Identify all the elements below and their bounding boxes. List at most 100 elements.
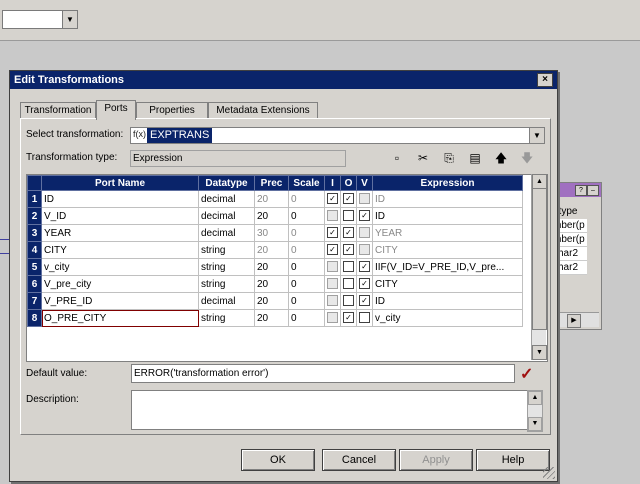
- precision-cell[interactable]: 20: [254, 190, 289, 208]
- select-transformation-dropdown[interactable]: f(x) EXPTRANS ▼: [130, 127, 545, 144]
- scale-cell[interactable]: 0: [288, 309, 325, 327]
- datatype-cell[interactable]: decimal: [198, 207, 255, 225]
- help-icon[interactable]: ?: [575, 185, 587, 196]
- scale-cell[interactable]: 0: [288, 275, 325, 293]
- cut-icon[interactable]: ✂: [414, 151, 432, 165]
- datatype-cell[interactable]: decimal: [198, 292, 255, 310]
- col-header[interactable]: Expression: [372, 175, 523, 191]
- row-number[interactable]: 2: [27, 207, 42, 225]
- chevron-down-icon[interactable]: ▼: [529, 128, 544, 143]
- precision-cell[interactable]: 20: [254, 309, 289, 327]
- datatype-cell[interactable]: string: [198, 241, 255, 259]
- expression-cell[interactable]: v_city: [372, 309, 523, 327]
- tab-properties[interactable]: Properties: [136, 102, 208, 119]
- v-checkbox[interactable]: ✓: [359, 261, 370, 273]
- close-icon[interactable]: ×: [537, 73, 553, 87]
- row-number[interactable]: 5: [27, 258, 42, 276]
- scale-cell[interactable]: 0: [288, 258, 325, 276]
- o-checkbox[interactable]: ✓: [343, 227, 354, 239]
- port-name-cell[interactable]: V_PRE_ID: [41, 292, 199, 310]
- i-checkbox-cell[interactable]: [324, 309, 341, 327]
- datatype-cell[interactable]: decimal: [198, 190, 255, 208]
- row-number[interactable]: 6: [27, 275, 42, 293]
- datatype-cell[interactable]: string: [198, 258, 255, 276]
- o-checkbox[interactable]: ✓: [343, 244, 354, 256]
- expression-cell[interactable]: YEAR: [372, 224, 523, 242]
- scale-cell[interactable]: 0: [288, 292, 325, 310]
- precision-cell[interactable]: 20: [254, 258, 289, 276]
- port-row[interactable]: 6 V_pre_city string 20 0 ✓ CITY: [27, 275, 523, 293]
- help-button[interactable]: Help: [476, 449, 550, 471]
- expression-cell[interactable]: ID: [372, 190, 523, 208]
- col-header[interactable]: Scale: [288, 175, 325, 191]
- i-checkbox-cell[interactable]: [324, 275, 341, 293]
- copy-icon[interactable]: ⎘: [440, 151, 458, 166]
- resize-grip[interactable]: [543, 467, 555, 479]
- port-row[interactable]: 3 YEAR decimal 30 0 ✓ ✓ YEAR: [27, 224, 523, 242]
- col-header[interactable]: Datatype: [198, 175, 255, 191]
- move-up-icon[interactable]: 🡅: [492, 149, 510, 170]
- description-field[interactable]: [131, 390, 529, 430]
- o-checkbox[interactable]: [343, 210, 354, 222]
- datatype-cell[interactable]: string: [198, 309, 255, 327]
- port-name-cell[interactable]: V_ID: [41, 207, 199, 225]
- port-row[interactable]: 4 CITY string 20 0 ✓ ✓ CITY: [27, 241, 523, 259]
- port-name-cell[interactable]: v_city: [41, 258, 199, 276]
- v-checkbox[interactable]: ✓: [359, 295, 370, 307]
- i-checkbox-cell[interactable]: [324, 258, 341, 276]
- port-row[interactable]: 7 V_PRE_ID decimal 20 0 ✓ ID: [27, 292, 523, 310]
- scale-cell[interactable]: 0: [288, 190, 325, 208]
- col-header[interactable]: I: [324, 175, 341, 191]
- scroll-thumb[interactable]: [532, 188, 547, 330]
- description-scrollbar[interactable]: ▲ ▼: [527, 390, 543, 432]
- datatype-cell[interactable]: string: [198, 275, 255, 293]
- i-checkbox-cell[interactable]: ✓: [324, 241, 341, 259]
- scale-cell[interactable]: 0: [288, 224, 325, 242]
- row-number[interactable]: 4: [27, 241, 42, 259]
- row-number[interactable]: 3: [27, 224, 42, 242]
- new-port-icon[interactable]: ▫: [388, 151, 406, 165]
- i-checkbox[interactable]: ✓: [327, 227, 338, 239]
- col-header[interactable]: V: [356, 175, 373, 191]
- v-checkbox-cell[interactable]: [356, 309, 373, 327]
- v-checkbox[interactable]: [359, 312, 370, 324]
- o-checkbox-cell[interactable]: ✓: [340, 190, 357, 208]
- background-window-titlebar[interactable]: ? –: [553, 183, 601, 197]
- i-checkbox-cell[interactable]: ✓: [324, 224, 341, 242]
- row-number[interactable]: 7: [27, 292, 42, 310]
- o-checkbox-cell[interactable]: [340, 258, 357, 276]
- expression-cell[interactable]: IIF(V_ID=V_PRE_ID,V_pre...: [372, 258, 523, 276]
- o-checkbox[interactable]: [343, 261, 354, 273]
- i-checkbox[interactable]: ✓: [327, 244, 338, 256]
- scroll-down-icon[interactable]: ▼: [528, 417, 542, 431]
- port-name-cell[interactable]: ID: [41, 190, 199, 208]
- cancel-button[interactable]: Cancel: [322, 449, 396, 471]
- v-checkbox-cell[interactable]: ✓: [356, 275, 373, 293]
- scale-cell[interactable]: 0: [288, 207, 325, 225]
- paste-icon[interactable]: ▤: [466, 151, 484, 165]
- i-checkbox-cell[interactable]: [324, 207, 341, 225]
- i-checkbox-cell[interactable]: ✓: [324, 190, 341, 208]
- col-header[interactable]: Port Name: [41, 175, 199, 191]
- i-checkbox[interactable]: ✓: [327, 193, 338, 205]
- port-row[interactable]: 2 V_ID decimal 20 0 ✓ ID: [27, 207, 523, 225]
- toolbar-dropdown[interactable]: ▼: [2, 10, 78, 29]
- background-transformation-window[interactable]: ? – atype mber(p mber(p char2 char2 ▶: [552, 182, 602, 330]
- precision-cell[interactable]: 20: [254, 207, 289, 225]
- v-checkbox-cell[interactable]: ✓: [356, 292, 373, 310]
- o-checkbox-cell[interactable]: ✓: [340, 309, 357, 327]
- row-number[interactable]: 1: [27, 190, 42, 208]
- default-value-field[interactable]: ERROR('transformation error'): [131, 364, 515, 383]
- o-checkbox[interactable]: [343, 295, 354, 307]
- datatype-cell[interactable]: decimal: [198, 224, 255, 242]
- o-checkbox-cell[interactable]: [340, 292, 357, 310]
- precision-cell[interactable]: 20: [254, 292, 289, 310]
- port-row[interactable]: 8 O_PRE_CITY string 20 0 ✓ v_city: [27, 309, 523, 327]
- col-header[interactable]: Prec: [254, 175, 289, 191]
- v-checkbox[interactable]: ✓: [359, 210, 370, 222]
- scale-cell[interactable]: 0: [288, 241, 325, 259]
- scroll-right-icon[interactable]: ▶: [567, 314, 581, 328]
- expression-cell[interactable]: ID: [372, 292, 523, 310]
- v-checkbox-cell[interactable]: [356, 190, 373, 208]
- ok-button[interactable]: OK: [241, 449, 315, 471]
